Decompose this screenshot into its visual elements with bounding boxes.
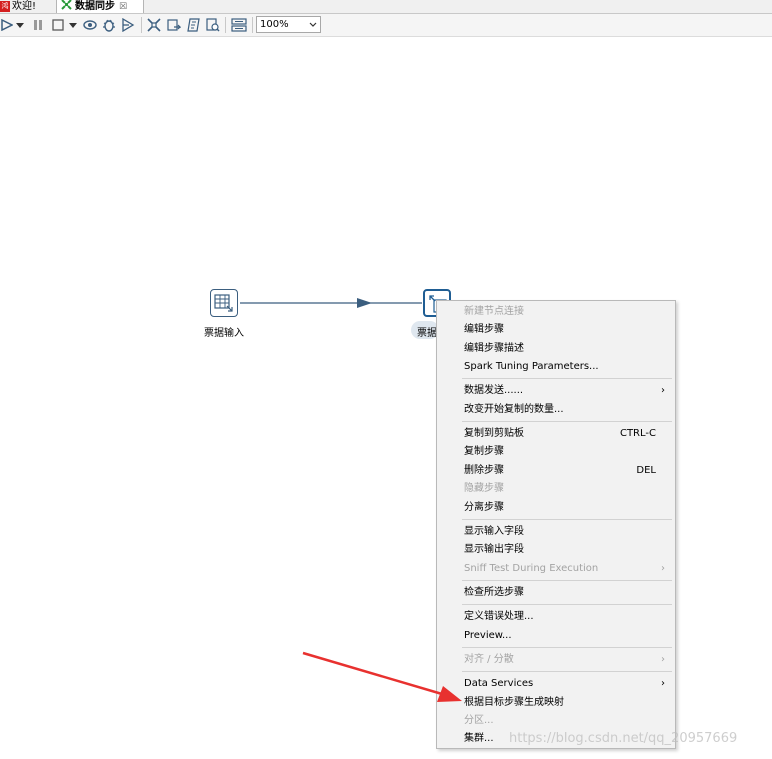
annotation-arrow-icon [437,686,462,702]
annotation-layer [302,651,462,702]
watermark-text: https://blog.csdn.net/qq_20957669 [509,731,738,746]
annotation-arrow-shaft [302,651,443,696]
